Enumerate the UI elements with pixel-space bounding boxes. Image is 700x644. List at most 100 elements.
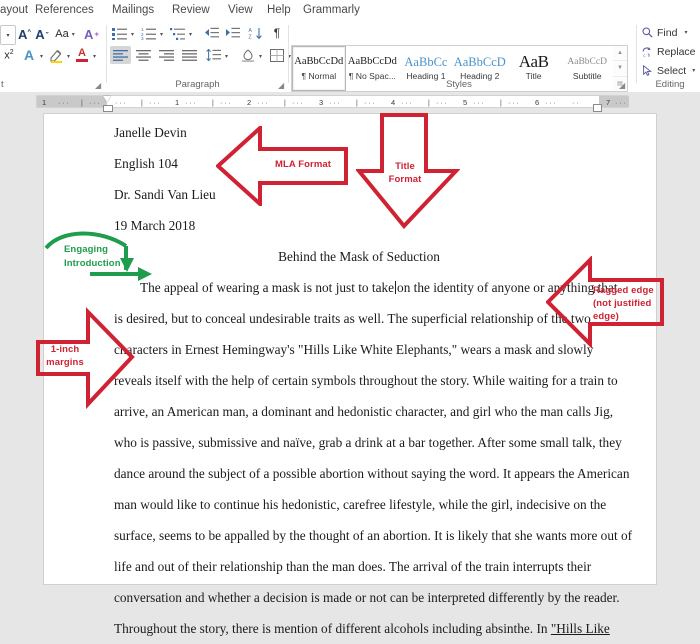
clear-formatting-icon[interactable]: A✦ (82, 25, 102, 43)
ruler-tick: · · · (473, 100, 484, 107)
text-effects-caret-icon[interactable]: ▾ (40, 53, 43, 60)
body-line-1: The appeal of wearing a mask is not just… (114, 272, 604, 303)
ruler-num-3: 3 (319, 98, 323, 107)
document-page[interactable]: Janelle Devin English 104 Dr. Sandi Van … (44, 114, 656, 584)
svg-text:A: A (249, 28, 253, 34)
styles-scroll-down-icon[interactable]: ▼ (613, 61, 627, 76)
ribbon-tab-strip: ayout References Mailings Review View He… (0, 0, 700, 21)
ruler-tick: | (141, 100, 143, 107)
ruler-tick: | (284, 100, 286, 107)
font-size-box[interactable]: ▾ (0, 25, 16, 45)
search-icon (642, 27, 653, 38)
paragraph-group: ▾ 123 ▾ ▾ AZ ¶ (110, 21, 285, 92)
align-center-icon[interactable] (133, 46, 154, 64)
horizontal-ruler[interactable]: 1 · · · | · · · · · · | · · · 1 · · · | … (36, 95, 628, 108)
align-left-icon[interactable] (110, 46, 131, 64)
grow-font-icon[interactable]: A^ (16, 25, 33, 43)
ruler-tick: · · · (58, 100, 69, 107)
body-line-3: characters in Ernest Hemingway's "Hills … (114, 334, 604, 365)
ruler-num-1: 1 (175, 98, 179, 107)
show-formatting-marks-icon[interactable]: ¶ (269, 24, 285, 42)
left-indent-marker[interactable] (103, 105, 113, 112)
align-right-icon[interactable] (156, 46, 177, 64)
sort-icon[interactable]: AZ (246, 24, 265, 42)
ruler-tick: · · · (508, 100, 519, 107)
ruler-num-4: 4 (391, 98, 395, 107)
ruler-num-2: 2 (247, 98, 251, 107)
tab-grammarly[interactable]: Grammarly (303, 2, 360, 19)
body-line-9: surface, seems to be appalled by the tho… (114, 520, 604, 551)
find-label: Find (657, 27, 677, 39)
tab-layout[interactable]: ayout (0, 2, 28, 19)
body-line-6: who is passive, submissive and naïve, gr… (114, 427, 604, 458)
font-color-caret-icon[interactable]: ▾ (93, 53, 96, 60)
find-caret-icon[interactable]: ▾ (684, 29, 687, 36)
shading-caret-icon[interactable]: ▾ (259, 53, 262, 60)
document-text-body[interactable]: Janelle Devin English 104 Dr. Sandi Van … (114, 114, 604, 644)
heading-line: English 104 (114, 148, 604, 179)
ruler-tick: · · · (364, 100, 375, 107)
first-line-indent-marker[interactable] (103, 96, 111, 102)
text-effects-icon[interactable]: A (20, 46, 38, 64)
bullets-icon[interactable] (110, 24, 129, 42)
group-divider (106, 25, 107, 83)
body-line-2: is desired, but to conceal undesirable t… (114, 303, 604, 334)
multilevel-caret-icon[interactable]: ▾ (189, 31, 192, 38)
body-line-12: Throughout the story, there is mention o… (114, 613, 604, 644)
text-highlight-color-icon[interactable] (46, 46, 66, 64)
font-color-icon[interactable]: A (73, 46, 91, 64)
replace-icon: bc (642, 46, 653, 57)
ruler-num-6: 6 (535, 98, 539, 107)
tab-references[interactable]: References (35, 2, 94, 19)
right-indent-marker[interactable] (593, 104, 602, 112)
ruler-tick: | (356, 100, 358, 107)
tab-help[interactable]: Help (267, 2, 291, 19)
select-caret-icon[interactable]: ▾ (692, 67, 695, 74)
shrink-font-icon[interactable]: A⌄ (34, 25, 51, 43)
decrease-indent-icon[interactable] (202, 24, 221, 42)
justify-icon[interactable] (179, 46, 200, 64)
increase-indent-icon[interactable] (223, 24, 242, 42)
ruler-tick: · · · (220, 100, 231, 107)
multilevel-list-icon[interactable] (168, 24, 187, 42)
styles-dialog-launcher-icon[interactable]: ◢ (619, 81, 625, 90)
replace-label: Replace (657, 46, 696, 58)
select-button[interactable]: Select ▾ (642, 62, 700, 79)
highlight-caret-icon[interactable]: ▾ (67, 53, 70, 60)
numbering-caret-icon[interactable]: ▾ (160, 31, 163, 38)
ruler-num-left: 1 (42, 98, 46, 107)
editing-group: Find ▾ bc Replace Select ▾ Editing (640, 21, 700, 92)
shading-icon[interactable] (238, 46, 257, 64)
ruler-tick: · · (572, 100, 579, 107)
change-case-icon[interactable]: Aa▾ (53, 25, 77, 43)
ruler-tick: · · · (401, 100, 412, 107)
font-dialog-launcher-icon[interactable]: ◢ (95, 81, 101, 90)
tab-view[interactable]: View (228, 2, 253, 19)
svg-text:b: b (648, 52, 651, 57)
ruler-num-7: 7 (606, 98, 610, 107)
ruler-tick: · · · (615, 100, 626, 107)
svg-text:c: c (643, 53, 645, 57)
paragraph-dialog-launcher-icon[interactable]: ◢ (278, 81, 284, 90)
bullets-caret-icon[interactable]: ▾ (131, 31, 134, 38)
styles-scroll-up-icon[interactable]: ▲ (613, 46, 627, 61)
word-document-window: ayout References Mailings Review View He… (0, 0, 700, 572)
ruler-tick: · · · (436, 100, 447, 107)
body-line-7: dance around the subject of a possible a… (114, 458, 604, 489)
tab-mailings[interactable]: Mailings (112, 2, 154, 19)
heading-line: Janelle Devin (114, 117, 604, 148)
superscript-icon[interactable]: x2 (0, 46, 18, 64)
ruler-tick: · · · (257, 100, 268, 107)
line-spacing-caret-icon[interactable]: ▾ (225, 53, 228, 60)
numbering-icon[interactable]: 123 (139, 24, 158, 42)
body-line-11: conversation and whether a decision is m… (114, 582, 604, 613)
find-button[interactable]: Find ▾ (642, 24, 700, 41)
replace-button[interactable]: bc Replace (642, 43, 700, 60)
heading-line: 19 March 2018 (114, 210, 604, 241)
borders-icon[interactable] (267, 46, 286, 64)
body-line-5: arrive, an American man, a dominant and … (114, 396, 604, 427)
line-spacing-icon[interactable] (204, 46, 223, 64)
tab-review[interactable]: Review (172, 2, 210, 19)
select-pointer-icon (642, 65, 653, 76)
ruler-tick: · · · (89, 100, 100, 107)
